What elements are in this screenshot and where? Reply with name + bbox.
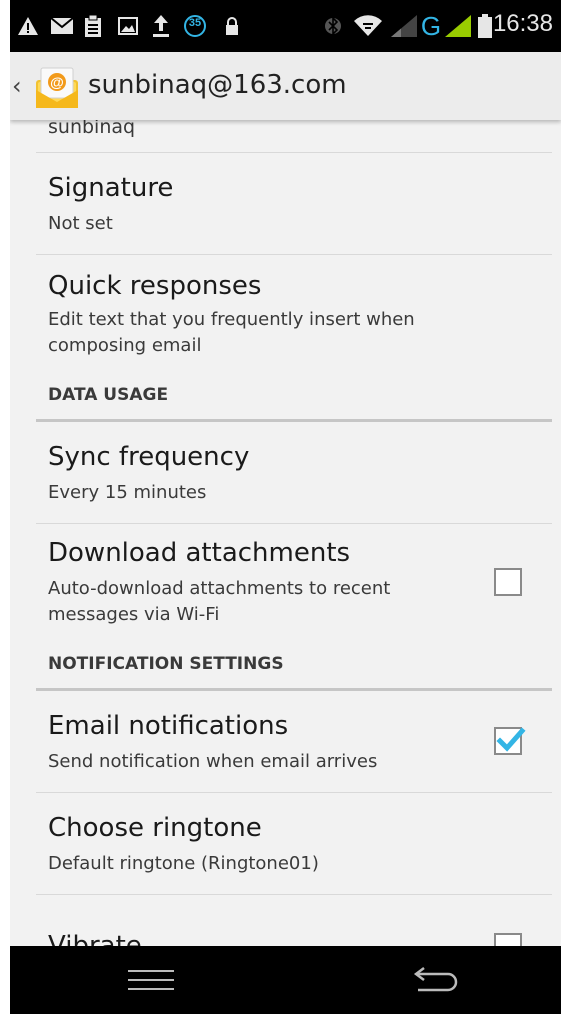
signal-strength-icon — [444, 14, 472, 38]
menu-icon[interactable] — [128, 968, 174, 992]
quick-responses-summary-line1: Edit text that you frequently insert whe… — [48, 309, 415, 330]
signal-weak-icon — [390, 14, 418, 38]
wifi-icon — [354, 14, 382, 38]
account-title: sunbinaq@163.com — [88, 70, 347, 100]
settings-screen: 35 G 16:38 ‹ @ sunbinaq@163.com sunbinaq… — [10, 0, 561, 1014]
download-attachments-checkbox[interactable] — [494, 568, 522, 596]
bluetooth-icon — [322, 14, 344, 38]
navigation-bar — [10, 946, 561, 1014]
badge-count: 35 — [188, 17, 202, 29]
download-attachments-summary-line2: messages via Wi-Fi — [48, 604, 220, 625]
account-name-value: sunbinaq — [48, 120, 136, 138]
vibrate-title: Vibrate — [48, 931, 142, 946]
choose-ringtone-setting[interactable]: Choose ringtone Default ringtone (Ringto… — [36, 793, 552, 895]
svg-text:@: @ — [50, 74, 64, 90]
sync-frequency-title: Sync frequency — [48, 442, 250, 472]
choose-ringtone-summary: Default ringtone (Ringtone01) — [48, 853, 319, 874]
action-bar: ‹ @ sunbinaq@163.com — [10, 52, 561, 120]
data-usage-section-header: DATA USAGE — [36, 375, 552, 422]
quick-responses-title: Quick responses — [48, 271, 262, 301]
lock-icon — [222, 14, 242, 38]
email-notifications-setting[interactable]: Email notifications Send notification wh… — [36, 691, 552, 793]
vibrate-setting[interactable]: Vibrate — [36, 895, 552, 946]
data-usage-label: DATA USAGE — [48, 385, 169, 405]
signature-summary: Not set — [48, 213, 113, 234]
status-bar: 35 G 16:38 — [10, 0, 561, 52]
quick-responses-setting[interactable]: Quick responses Edit text that you frequ… — [36, 255, 552, 375]
sync-frequency-setting[interactable]: Sync frequency Every 15 minutes — [36, 422, 552, 524]
account-name-setting[interactable]: sunbinaq — [36, 120, 552, 153]
signature-setting[interactable]: Signature Not set — [36, 153, 552, 255]
back-chevron-icon[interactable]: ‹ — [12, 72, 22, 100]
download-attachments-summary-line1: Auto-download attachments to recent — [48, 578, 391, 599]
email-notifications-checkbox[interactable] — [494, 727, 526, 755]
signature-title: Signature — [48, 173, 174, 203]
warning-icon — [16, 14, 40, 38]
network-type-label: G — [420, 10, 442, 41]
email-app-icon[interactable]: @ — [32, 62, 82, 112]
back-icon[interactable] — [412, 964, 460, 996]
email-notifications-title: Email notifications — [48, 711, 289, 741]
vibrate-checkbox[interactable] — [494, 933, 522, 946]
email-notifications-summary: Send notification when email arrives — [48, 751, 378, 772]
battery-icon — [476, 14, 494, 38]
choose-ringtone-title: Choose ringtone — [48, 813, 262, 843]
notification-count-badge: 35 — [182, 14, 208, 38]
upload-icon — [150, 14, 172, 38]
notification-settings-label: NOTIFICATION SETTINGS — [48, 654, 284, 674]
download-attachments-setting[interactable]: Download attachments Auto-download attac… — [36, 524, 552, 644]
clipboard-icon — [82, 14, 104, 38]
image-icon — [116, 14, 140, 38]
quick-responses-summary-line2: composing email — [48, 335, 202, 356]
clock: 16:38 — [492, 10, 553, 37]
download-attachments-title: Download attachments — [48, 538, 351, 568]
checkmark-icon — [496, 727, 526, 752]
mail-icon — [50, 14, 74, 38]
settings-list: sunbinaq Signature Not set Quick respons… — [10, 120, 561, 946]
notification-settings-section-header: NOTIFICATION SETTINGS — [36, 644, 552, 691]
sync-frequency-summary: Every 15 minutes — [48, 482, 207, 503]
